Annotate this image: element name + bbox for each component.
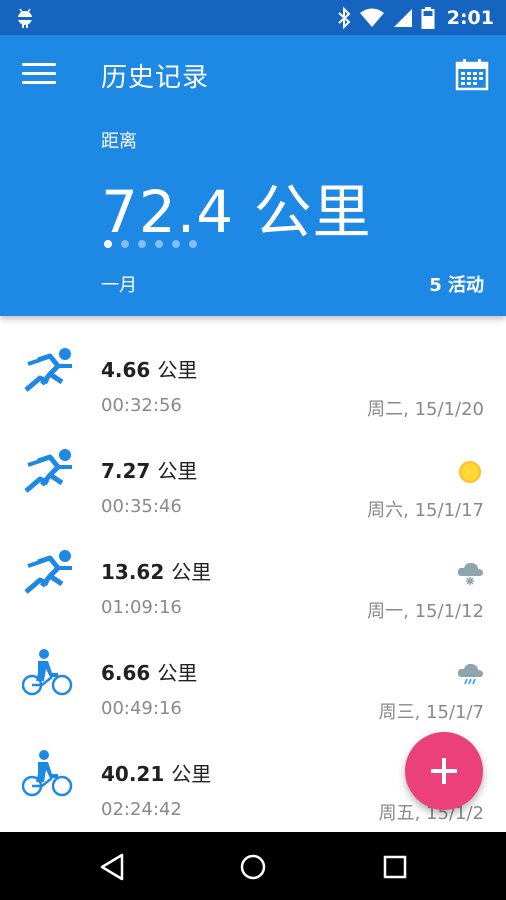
page-title: 历史记录 xyxy=(101,63,210,93)
list-item[interactable]: 6.66 公里 00:49:16 周三, 15/1/7 xyxy=(0,619,506,723)
activity-duration: 00:49:16 xyxy=(101,698,182,719)
metric-value[interactable]: 72.4 公里 xyxy=(101,165,372,249)
page-dot xyxy=(172,240,180,248)
page-dot xyxy=(104,240,112,248)
calendar-icon[interactable] xyxy=(455,59,489,91)
plus-icon-stroke xyxy=(442,758,446,784)
battery-icon xyxy=(421,7,435,29)
sun-icon xyxy=(459,461,481,483)
run-icon xyxy=(24,449,72,493)
period-label: 一月 xyxy=(101,275,137,296)
activity-distance: 13.62 公里 xyxy=(101,560,212,584)
bluetooth-icon xyxy=(338,7,351,29)
activity-distance: 4.66 公里 xyxy=(101,358,198,382)
recents-icon[interactable] xyxy=(380,852,410,882)
navigation-bar xyxy=(0,832,506,900)
status-bar: 2:01 xyxy=(0,0,506,35)
clock: 2:01 xyxy=(446,7,494,29)
metric-label: 距离 xyxy=(101,131,137,152)
activity-duration: 00:35:46 xyxy=(101,496,182,517)
bike-icon xyxy=(22,649,73,696)
list-item[interactable]: 13.62 公里 01:09:16 周一, 15/1/12 xyxy=(0,518,506,622)
home-icon[interactable] xyxy=(238,852,268,882)
add-activity-button[interactable] xyxy=(405,732,483,810)
page-indicator xyxy=(104,240,197,248)
back-icon[interactable] xyxy=(98,852,128,882)
snow-cloud-icon xyxy=(457,562,483,585)
wifi-icon xyxy=(359,8,384,27)
page-dot xyxy=(121,240,129,248)
activity-distance: 6.66 公里 xyxy=(101,661,198,685)
activity-distance: 40.21 公里 xyxy=(101,762,212,786)
summary-header: 历史记录 距离 72.4 公里 一月 5 活动 xyxy=(0,35,506,316)
list-item[interactable]: 7.27 公里 00:35:46 周六, 15/1/17 xyxy=(0,417,506,521)
run-icon xyxy=(24,550,72,594)
activity-duration: 01:09:16 xyxy=(101,597,182,618)
page-dot xyxy=(155,240,163,248)
signal-icon xyxy=(393,9,412,27)
list-item[interactable]: 4.66 公里 00:32:56 周二, 15/1/20 xyxy=(0,316,506,420)
page-dot xyxy=(138,240,146,248)
menu-icon[interactable] xyxy=(22,63,56,87)
page-dot xyxy=(189,240,197,248)
activity-duration: 00:32:56 xyxy=(101,395,182,416)
activity-distance: 7.27 公里 xyxy=(101,459,198,483)
android-icon xyxy=(18,8,32,28)
activity-duration: 02:24:42 xyxy=(101,799,182,820)
activity-count: 5 活动 xyxy=(429,275,484,296)
rain-cloud-icon xyxy=(457,663,483,685)
bike-icon xyxy=(22,750,73,797)
run-icon xyxy=(24,348,72,392)
